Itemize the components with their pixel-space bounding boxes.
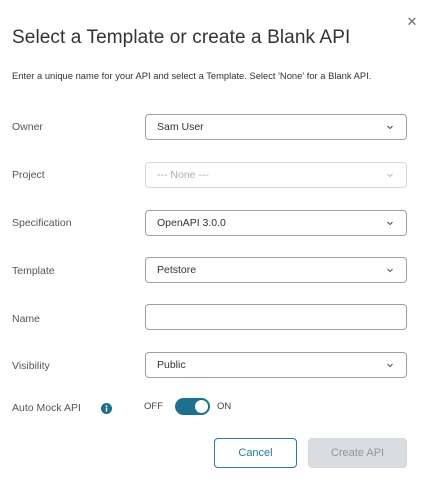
- visibility-label: Visibility: [12, 360, 50, 372]
- auto-mock-toggle[interactable]: [175, 398, 210, 415]
- project-value: --- None ---: [157, 169, 209, 181]
- specification-select[interactable]: OpenAPI 3.0.0: [145, 210, 407, 236]
- chevron-down-icon: [385, 265, 395, 275]
- create-api-button[interactable]: Create API: [308, 438, 407, 468]
- chevron-down-icon: [385, 360, 395, 370]
- close-icon[interactable]: ✕: [405, 15, 419, 29]
- cancel-button[interactable]: Cancel: [214, 438, 297, 468]
- template-value: Petstore: [157, 264, 197, 276]
- project-label: Project: [12, 169, 45, 181]
- visibility-select[interactable]: Public: [145, 352, 407, 378]
- toggle-on-label: ON: [217, 401, 232, 412]
- dialog-title: Select a Template or create a Blank API: [12, 27, 351, 48]
- owner-select[interactable]: Sam User: [145, 114, 407, 140]
- chevron-down-icon: [385, 122, 395, 132]
- specification-label: Specification: [12, 217, 72, 229]
- chevron-down-icon: [385, 218, 395, 228]
- toggle-knob: [195, 400, 208, 413]
- specification-value: OpenAPI 3.0.0: [157, 217, 226, 229]
- owner-label: Owner: [12, 121, 43, 133]
- toggle-off-label: OFF: [144, 401, 163, 412]
- dialog-subtitle: Enter a unique name for your API and sel…: [12, 70, 372, 81]
- template-label: Template: [12, 265, 55, 277]
- name-input[interactable]: [145, 304, 407, 330]
- name-label: Name: [12, 313, 41, 325]
- template-select[interactable]: Petstore: [145, 257, 407, 283]
- project-select[interactable]: --- None ---: [145, 162, 407, 188]
- info-icon[interactable]: [101, 401, 112, 414]
- chevron-down-icon: [385, 170, 395, 180]
- visibility-value: Public: [157, 359, 186, 371]
- auto-mock-label: Auto Mock API: [12, 402, 81, 414]
- owner-value: Sam User: [157, 121, 204, 133]
